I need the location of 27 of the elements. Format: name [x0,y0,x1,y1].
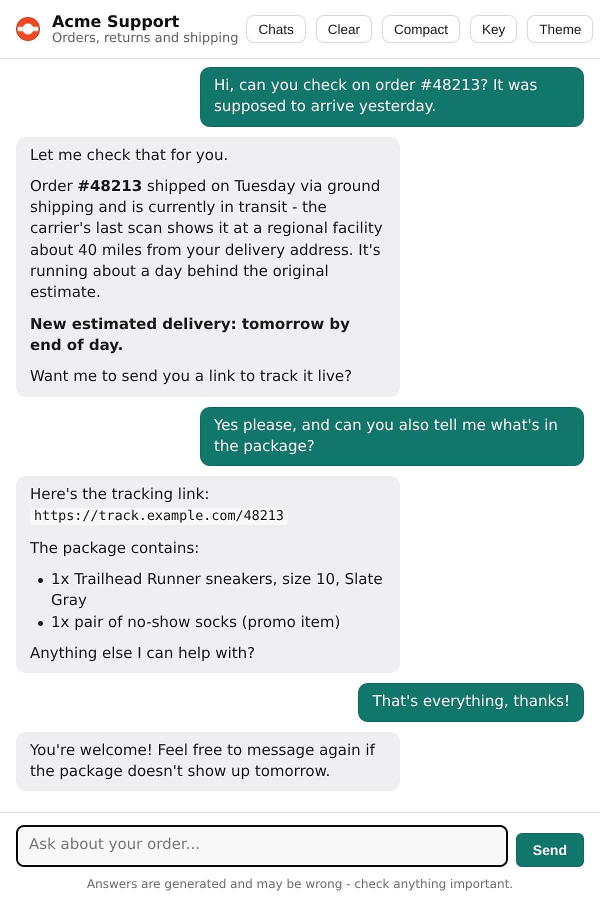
message-text: Anything else I can help with? [30,642,256,664]
send-button[interactable]: Send [516,833,584,867]
header-button[interactable]: Clear [316,15,372,43]
header-button[interactable]: Chats [246,15,306,43]
message-text: Here's the tracking link: [30,485,210,504]
lifebuoy-icon [16,17,40,41]
bullet-icon [38,578,43,584]
header-button[interactable]: Key [470,15,518,43]
message-text: Want me to send you a link to track it live? [30,366,354,388]
app-subtitle: Orders, returns and shipping [52,30,238,46]
bullet-icon [38,620,43,626]
tracking-url: https://track.example.com/48213 [30,508,288,526]
message-input[interactable]: Ask about your order... [16,825,508,867]
message-text: The package contains: [30,538,200,559]
list-item-text: 1x Trailhead Runner sneakers, size 10, Slate Gray [51,569,384,612]
message-text: Let me check that for you. [30,144,230,166]
header-button[interactable]: Theme [527,15,594,43]
message-text: You're welcome! Feel free to message again if the package doesn't show up tomorrow. [30,740,376,782]
message-text: New estimated delivery: tomorrow by end of day. [30,314,351,356]
message-text: Yes please, and can you also tell me what's in the package? [214,414,559,457]
list-item-text: 1x pair of no-show socks (promo item) [51,612,342,633]
message-text: Order #48213 shipped on Tuesday via ground shipping and is currently in transit - the carrier's last scan shows it at a regional facility about 40 miles from your delivery address. It's running about a day behind the original estimate. [30,176,384,304]
disclaimer-text: Answers are generated and may be wrong - check anything important. [86,877,514,892]
message-text: That's everything, thanks! [372,691,570,712]
message-text: Hi, can you check on order #48213? It was supposed to arrive yesterday. [214,75,538,118]
header-button[interactable]: Compact [382,15,460,43]
app-title: Acme Support [52,12,180,30]
